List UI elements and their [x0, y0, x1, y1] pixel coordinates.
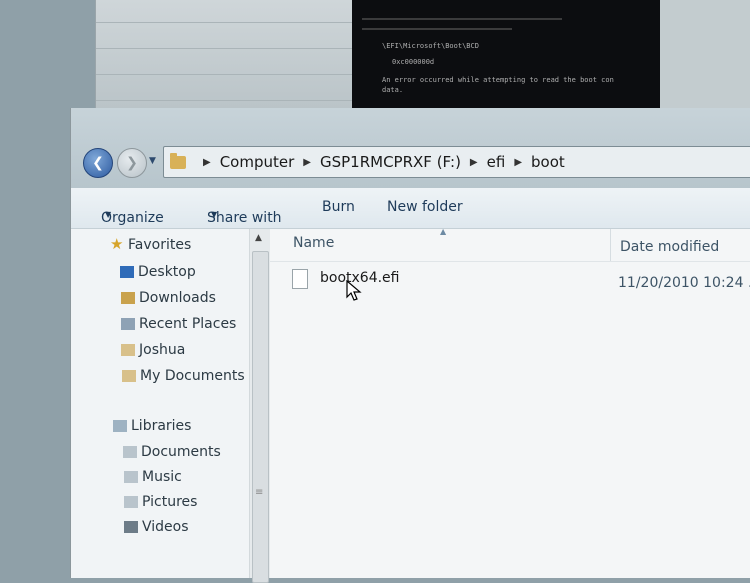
- burn-button[interactable]: Burn: [322, 199, 355, 215]
- nav-recent-places-label: Recent Places: [139, 316, 237, 332]
- chevron-down-icon: ▼: [211, 210, 218, 219]
- nav-downloads-label: Downloads: [139, 290, 216, 306]
- console-line-2: 0xc000000d: [392, 58, 435, 66]
- scrollbar-thumb[interactable]: [252, 251, 269, 583]
- file-date-modified: 11/20/2010 10:24 ...: [618, 275, 750, 291]
- console-line-1: \EFI\Microsoft\Boot\BCD: [382, 42, 479, 50]
- mouse-cursor-icon: [346, 280, 362, 301]
- breadcrumb-separator[interactable]: ▶: [470, 157, 478, 168]
- nav-pictures-label: Pictures: [142, 494, 198, 510]
- breadcrumb-separator[interactable]: ▶: [514, 157, 522, 168]
- column-date-modified-header[interactable]: Date modified: [620, 239, 719, 255]
- downloads-icon: [121, 292, 135, 304]
- column-divider[interactable]: [610, 229, 611, 261]
- nav-videos-label: Videos: [142, 519, 189, 535]
- nav-libraries-label: Libraries: [131, 418, 192, 434]
- folder-icon: [170, 152, 186, 169]
- breadcrumb-separator[interactable]: ▶: [303, 157, 311, 168]
- back-button[interactable]: ❮: [83, 148, 113, 178]
- forward-button[interactable]: ❯: [117, 148, 147, 178]
- documents-folder-icon: [122, 370, 136, 382]
- nav-pictures[interactable]: Pictures: [124, 494, 198, 510]
- scroll-up-arrow-icon[interactable]: ▲: [255, 233, 262, 243]
- recent-pages-dropdown[interactable]: ▼: [149, 156, 156, 166]
- explorer-window: ❮ ❯ ▼ ▶ Computer ▶ GSP1RMCPRXF (F:) ▶ ef…: [70, 108, 750, 583]
- share-with-label: Share with: [207, 210, 282, 226]
- breadcrumb-boot[interactable]: boot: [531, 153, 565, 171]
- breadcrumb-separator[interactable]: ▶: [203, 157, 211, 168]
- file-list: ▲ Name Date modified bootx64.efi 11/20/2…: [270, 227, 750, 578]
- file-icon: [292, 269, 308, 289]
- back-arrow-icon: ❮: [92, 155, 104, 171]
- nav-documents-label: Documents: [141, 444, 221, 460]
- nav-favorites-label: Favorites: [128, 237, 192, 253]
- nav-music[interactable]: Music: [124, 469, 182, 485]
- nav-joshua[interactable]: Joshua: [121, 342, 186, 358]
- nav-joshua-label: Joshua: [139, 342, 186, 358]
- title-bar: ❮ ❯ ▼ ▶ Computer ▶ GSP1RMCPRXF (F:) ▶ ef…: [71, 108, 750, 188]
- navigation-scrollbar[interactable]: ▲ ≡: [249, 229, 270, 583]
- sort-ascending-icon: ▲: [440, 227, 447, 236]
- address-bar[interactable]: ▶ Computer ▶ GSP1RMCPRXF (F:) ▶ efi ▶ bo…: [163, 146, 750, 178]
- console-line-3: An error occurred while attempting to re…: [382, 76, 614, 84]
- navigation-pane: ★ Favorites Desktop Downloads Recent Pla…: [71, 229, 249, 578]
- scrollbar-grip-icon: ≡: [255, 487, 264, 498]
- documents-icon: [123, 446, 137, 458]
- nav-recent-places[interactable]: Recent Places: [121, 316, 237, 332]
- user-folder-icon: [121, 344, 135, 356]
- recent-places-icon: [121, 318, 135, 330]
- desktop-icon: [120, 266, 134, 278]
- nav-my-documents-label: My Documents: [140, 368, 245, 384]
- music-icon: [124, 471, 138, 483]
- command-bar: Organize ▼ Share with ▼ Burn New folder: [71, 188, 750, 229]
- nav-downloads[interactable]: Downloads: [121, 290, 216, 306]
- breadcrumb-computer[interactable]: Computer: [220, 153, 295, 171]
- nav-desktop[interactable]: Desktop: [120, 264, 196, 280]
- background-window-edge: [660, 0, 750, 120]
- pictures-icon: [124, 496, 138, 508]
- background-window: [95, 0, 356, 115]
- nav-my-documents[interactable]: My Documents: [122, 368, 245, 384]
- new-folder-button[interactable]: New folder: [387, 199, 463, 215]
- libraries-icon: [113, 420, 127, 432]
- nav-favorites[interactable]: ★ Favorites: [110, 235, 192, 253]
- nav-documents[interactable]: Documents: [123, 444, 221, 460]
- nav-videos[interactable]: Videos: [124, 519, 189, 535]
- nav-music-label: Music: [142, 469, 182, 485]
- chevron-down-icon: ▼: [105, 210, 112, 219]
- column-headers: ▲ Name Date modified: [270, 227, 750, 262]
- star-icon: ★: [110, 235, 124, 253]
- videos-icon: [124, 521, 138, 533]
- breadcrumb-drive[interactable]: GSP1RMCPRXF (F:): [320, 153, 461, 171]
- nav-libraries[interactable]: Libraries: [113, 418, 192, 434]
- column-name-header[interactable]: Name: [293, 235, 334, 251]
- breadcrumb-efi[interactable]: efi: [487, 153, 506, 171]
- console-line-4: data.: [382, 86, 404, 94]
- forward-arrow-icon: ❯: [126, 155, 138, 171]
- nav-desktop-label: Desktop: [138, 264, 196, 280]
